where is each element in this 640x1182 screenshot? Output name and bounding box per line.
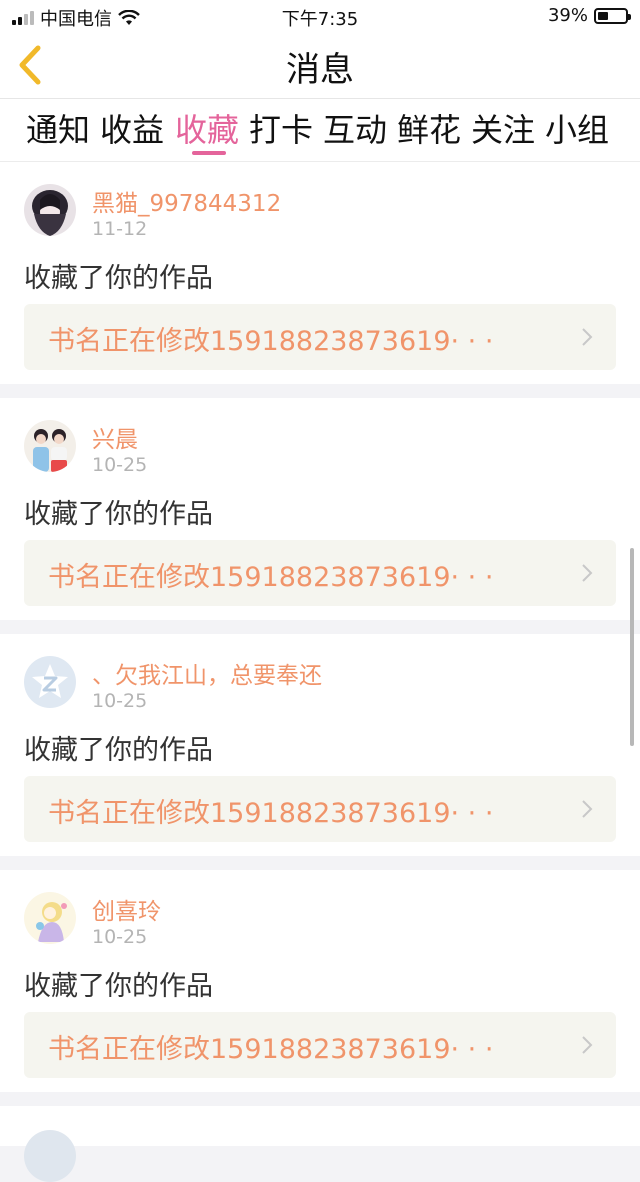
chevron-right-icon [582, 328, 593, 346]
work-link[interactable]: 书名正在修改15918823873619· · · [24, 1012, 616, 1078]
work-title: 书名正在修改15918823873619· · · [48, 1034, 494, 1065]
navigation-bar: 消息 [0, 32, 640, 99]
notification-card: 兴晨 10-25 收藏了你的作品 书名正在修改15918823873619· ·… [0, 398, 640, 620]
action-text: 收藏了你的作品 [24, 735, 213, 766]
cartoon-avatar-icon [24, 892, 76, 944]
battery-percent: 39% [547, 5, 588, 26]
tab-interaction[interactable]: 互动 [323, 105, 387, 151]
clock: 下午7:35 [281, 9, 359, 30]
tab-bar: 通知 收益 收藏 打卡 互动 鲜花 关注 小组 [0, 99, 640, 162]
dark-anime-avatar-icon [24, 184, 76, 236]
page-title: 消息 [286, 50, 354, 90]
tab-groups[interactable]: 小组 [545, 105, 609, 151]
notification-card: 、欠我江山，总要奉还 10-25 收藏了你的作品 书名正在修改159188238… [0, 634, 640, 856]
status-bar: 中国电信 下午7:35 39% [0, 0, 640, 32]
date: 11-12 [92, 218, 148, 240]
battery-icon [594, 7, 631, 24]
username[interactable]: 、欠我江山，总要奉还 [92, 656, 322, 690]
notification-card: 创喜玲 10-25 收藏了你的作品 书名正在修改15918823873619· … [0, 870, 640, 1092]
scrollbar[interactable] [630, 548, 634, 746]
status-right: 39% [547, 5, 631, 26]
two-girls-photo-avatar-icon [24, 420, 76, 472]
avatar[interactable] [24, 420, 76, 472]
username[interactable]: 兴晨 [92, 420, 138, 454]
action-text: 收藏了你的作品 [24, 263, 213, 294]
work-link[interactable]: 书名正在修改15918823873619· · · [24, 304, 616, 370]
tab-notification[interactable]: 通知 [26, 105, 90, 151]
active-tab-indicator [192, 151, 226, 155]
chevron-right-icon [582, 1036, 593, 1054]
work-title: 书名正在修改15918823873619· · · [48, 326, 494, 357]
username[interactable]: 创喜玲 [92, 892, 161, 926]
notification-card: 黑猫_997844312 11-12 收藏了你的作品 书名正在修改1591882… [0, 162, 640, 384]
tab-flowers[interactable]: 鲜花 [397, 105, 461, 151]
avatar[interactable] [24, 184, 76, 236]
avatar[interactable] [24, 656, 76, 708]
default-qq-avatar-icon [24, 656, 76, 708]
chevron-right-icon [582, 564, 593, 582]
chevron-right-icon [582, 800, 593, 818]
action-text: 收藏了你的作品 [24, 499, 213, 530]
tab-favorites[interactable]: 收藏 [175, 105, 239, 151]
date: 10-25 [92, 454, 148, 476]
action-text: 收藏了你的作品 [24, 971, 213, 1002]
username[interactable]: 黑猫_997844312 [92, 184, 281, 218]
work-link[interactable]: 书名正在修改15918823873619· · · [24, 540, 616, 606]
work-link[interactable]: 书名正在修改15918823873619· · · [24, 776, 616, 842]
tab-follow[interactable]: 关注 [471, 105, 535, 151]
tab-checkin[interactable]: 打卡 [249, 105, 313, 151]
tab-earnings[interactable]: 收益 [100, 105, 164, 151]
date: 10-25 [92, 690, 148, 712]
work-title: 书名正在修改15918823873619· · · [48, 562, 494, 593]
work-title: 书名正在修改15918823873619· · · [48, 798, 494, 829]
date: 10-25 [92, 926, 148, 948]
notification-card-partial [0, 1106, 640, 1182]
avatar[interactable] [24, 892, 76, 944]
